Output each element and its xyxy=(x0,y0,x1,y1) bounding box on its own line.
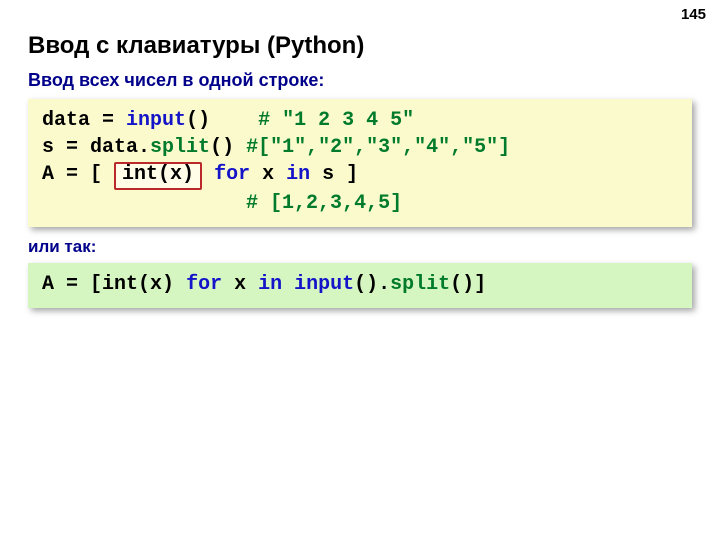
code-keyword: for xyxy=(186,273,222,296)
code-method: split xyxy=(150,136,210,159)
code-text: = xyxy=(66,163,78,186)
code-text xyxy=(282,273,294,296)
code-text: ()] xyxy=(450,273,486,296)
code-block-alt: A = [int(x) for x in input().split()] xyxy=(28,263,692,308)
code-text: s ] xyxy=(310,163,358,186)
code-text: A xyxy=(42,273,66,296)
code-text: data xyxy=(42,109,102,132)
code-method: split xyxy=(390,273,450,296)
code-keyword: input xyxy=(294,273,354,296)
code-text: x xyxy=(222,273,258,296)
code-text: [ xyxy=(78,163,114,186)
code-text xyxy=(114,109,126,132)
code-keyword: for xyxy=(214,163,250,186)
code-text: = xyxy=(66,136,78,159)
code-comment: # "1 2 3 4 5" xyxy=(258,109,414,132)
code-text: s xyxy=(42,136,66,159)
page-number: 145 xyxy=(681,6,706,23)
subtitle-line: Ввод всех чисел в одной строке: xyxy=(28,70,692,91)
code-text: data. xyxy=(78,136,150,159)
code-comment: # [1,2,3,4,5] xyxy=(246,192,402,215)
note-line: или так: xyxy=(28,237,692,257)
code-text xyxy=(210,109,258,132)
code-text: () xyxy=(210,136,246,159)
code-text: () xyxy=(186,109,210,132)
code-text: (). xyxy=(354,273,390,296)
code-text: [int(x) xyxy=(78,273,186,296)
code-keyword: in xyxy=(286,163,310,186)
code-text: A xyxy=(42,163,66,186)
highlight-int-x: int(x) xyxy=(114,162,202,190)
code-text xyxy=(202,163,214,186)
code-text: = xyxy=(102,109,114,132)
code-keyword: in xyxy=(258,273,282,296)
slide-title: Ввод с клавиатуры (Python) xyxy=(28,32,692,60)
code-block-main: data = input() # "1 2 3 4 5" s = data.sp… xyxy=(28,99,692,227)
code-text: = xyxy=(66,273,78,296)
code-comment: #["1","2","3","4","5"] xyxy=(246,136,510,159)
code-text xyxy=(42,192,246,215)
code-keyword: input xyxy=(126,109,186,132)
code-text: x xyxy=(250,163,286,186)
